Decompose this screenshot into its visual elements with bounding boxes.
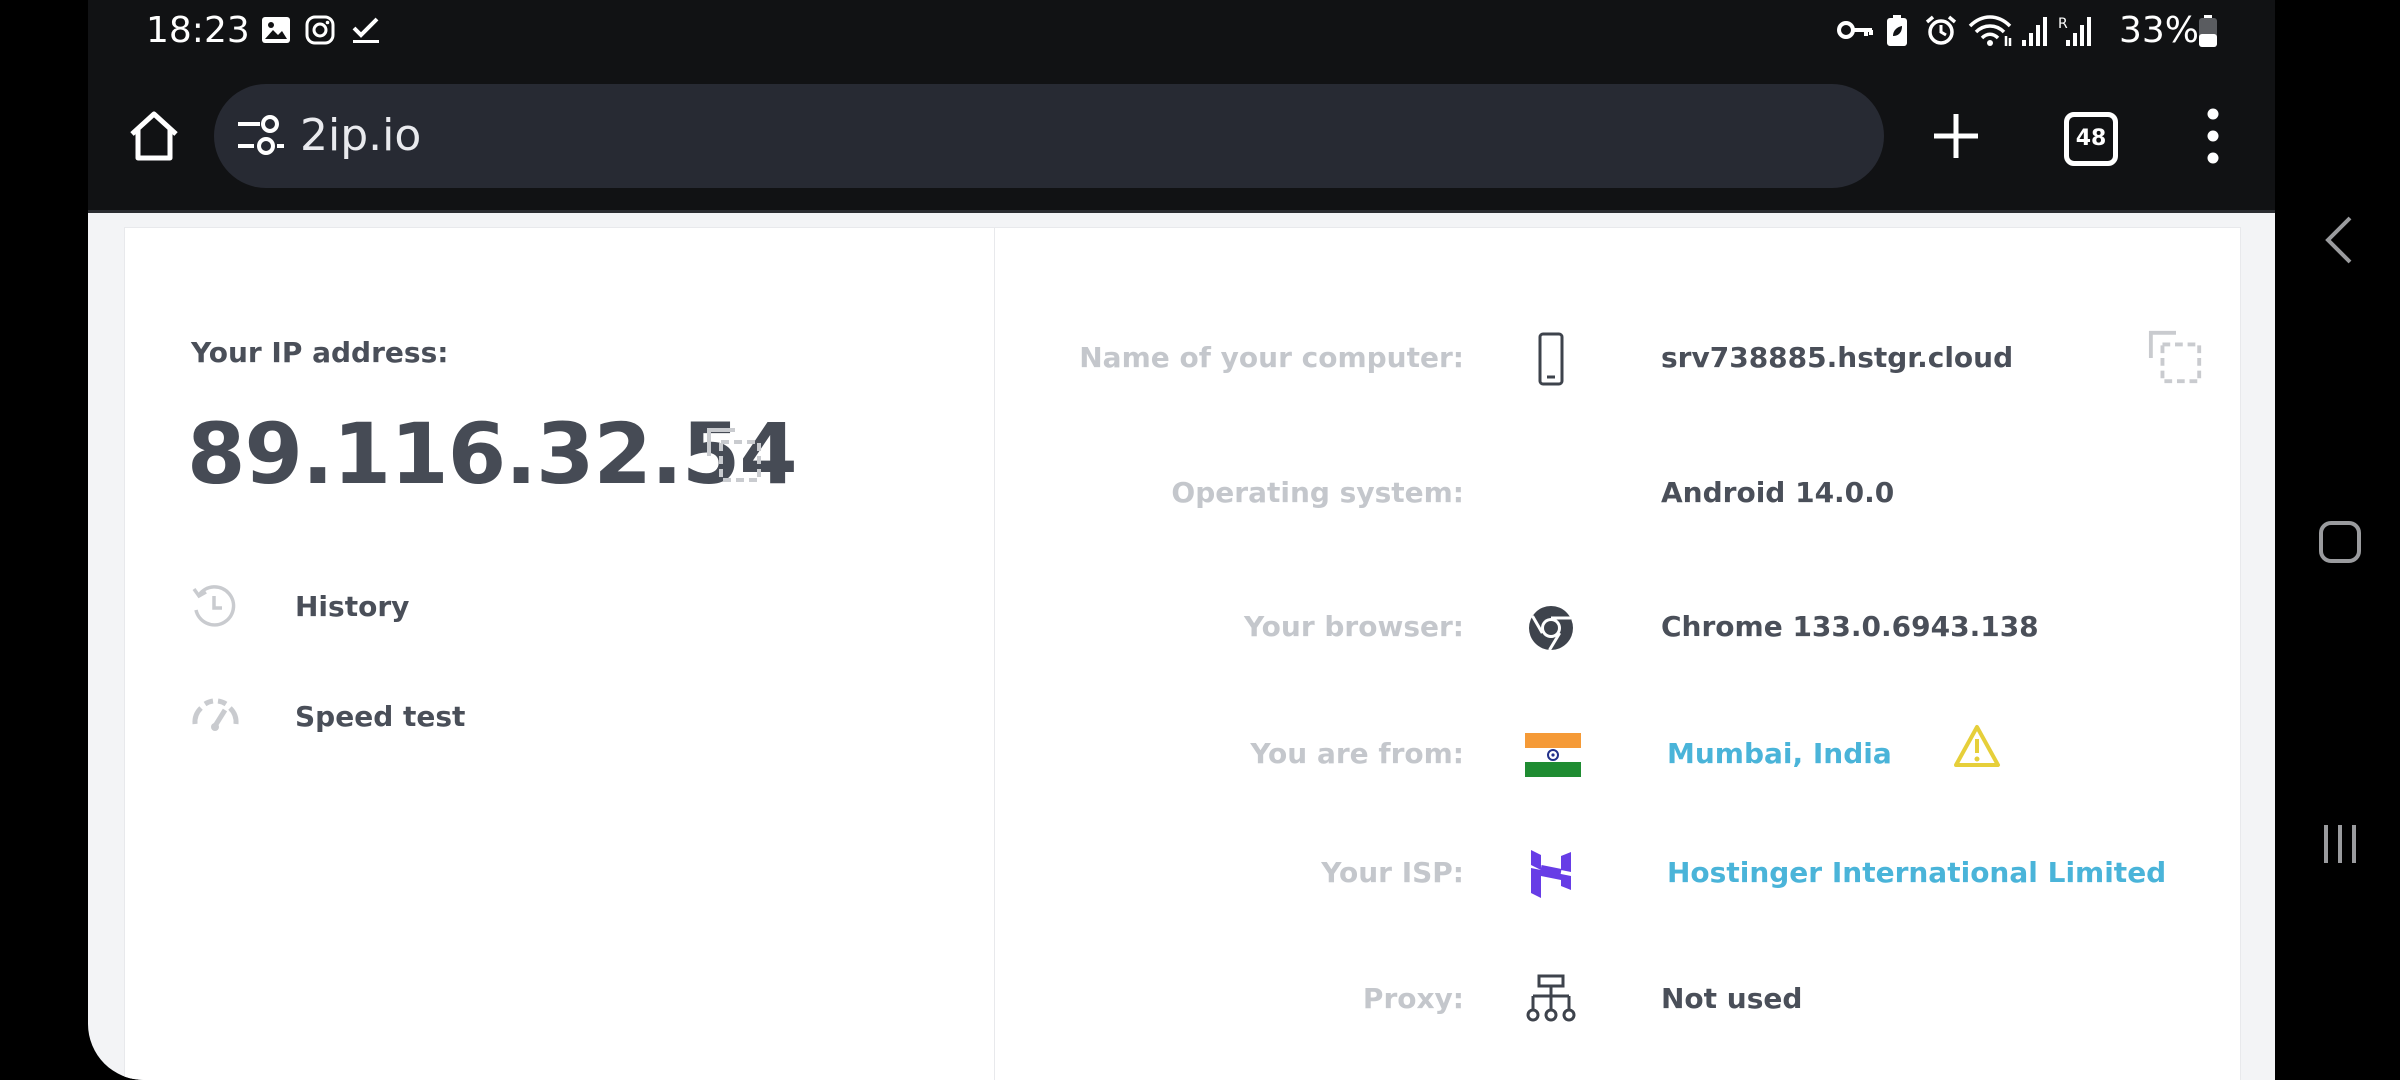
- copy-icon[interactable]: [2147, 329, 2205, 387]
- proxy-row: Proxy: Not used: [995, 968, 2240, 1028]
- os-value: Android 14.0.0: [1661, 476, 1895, 509]
- proxy-label: Proxy:: [1362, 982, 1464, 1015]
- wifi-icon: [1968, 15, 2012, 46]
- signal-roaming-icon: R: [2058, 16, 2091, 46]
- india-flag-icon: [1525, 733, 1581, 777]
- instagram-icon: [305, 15, 335, 45]
- page-content: Your IP address: 89.116.32.54 History Sp…: [124, 227, 2241, 1080]
- computer-name-value: srv738885.hstgr.cloud: [1661, 341, 2014, 374]
- image-icon: [262, 17, 290, 43]
- ip-address-label: Your IP address:: [191, 336, 449, 369]
- isp-row: Your ISP: Hostinger International Limite…: [995, 842, 2240, 902]
- hostinger-logo-icon: [1531, 850, 1571, 898]
- proxy-value: Not used: [1661, 982, 1803, 1015]
- history-icon[interactable]: [191, 583, 237, 629]
- home-icon[interactable]: [124, 106, 184, 166]
- computer-name-row: Name of your computer: srv738885.hstgr.c…: [995, 327, 2240, 387]
- chrome-icon: [1529, 606, 1573, 651]
- computer-name-label: Name of your computer:: [1079, 341, 1464, 374]
- speedometer-icon[interactable]: [189, 694, 241, 734]
- battery-icon: [2199, 15, 2217, 47]
- status-bar: 18:23 R 33%: [88, 0, 2275, 64]
- browser-row: Your browser: Chrome 133.0.6943.138: [995, 596, 2240, 656]
- alarm-icon: [1925, 15, 1957, 45]
- browser-toolbar: 2ip.io 48: [88, 64, 2275, 213]
- details-card: Name of your computer: srv738885.hstgr.c…: [994, 227, 2241, 1080]
- warning-icon[interactable]: [1953, 723, 2001, 769]
- address-bar[interactable]: 2ip.io: [214, 84, 1884, 188]
- recents-icon[interactable]: [2318, 822, 2362, 866]
- back-icon[interactable]: [2320, 214, 2360, 266]
- browser-label: Your browser:: [1243, 610, 1464, 643]
- phone-icon: [1538, 332, 1564, 386]
- key-icon: [1837, 21, 1873, 39]
- phone-screen: 18:23 R 33% 2ip.io 48 Your IP address: 8…: [88, 0, 2275, 1080]
- url-text[interactable]: 2ip.io: [300, 110, 421, 161]
- isp-label: Your ISP:: [1321, 856, 1464, 889]
- ip-card: Your IP address: 89.116.32.54 History Sp…: [124, 227, 996, 1080]
- battery-saver-icon: [1887, 15, 1907, 46]
- browser-value: Chrome 133.0.6943.138: [1661, 610, 2039, 643]
- location-row: You are from: Mumbai, India: [995, 723, 2240, 783]
- history-link[interactable]: History: [295, 590, 409, 623]
- more-vert-icon[interactable]: [2198, 104, 2228, 168]
- tab-switcher-button[interactable]: 48: [2064, 112, 2118, 166]
- location-label: You are from:: [1250, 737, 1464, 770]
- os-label: Operating system:: [1171, 476, 1464, 509]
- copy-icon[interactable]: [705, 426, 765, 486]
- os-row: Operating system: Android 14.0.0: [995, 462, 2240, 522]
- plus-icon[interactable]: [1926, 106, 1986, 166]
- site-settings-icon[interactable]: [236, 114, 286, 158]
- signal-icon: [2022, 17, 2047, 46]
- location-link[interactable]: Mumbai, India: [1667, 737, 1892, 770]
- svg-text:R: R: [2058, 16, 2068, 32]
- home-nav-icon[interactable]: [2318, 520, 2362, 564]
- network-icon: [1526, 974, 1576, 1022]
- check-icon: [352, 17, 379, 43]
- battery-percent: 33%: [2118, 10, 2199, 51]
- isp-link[interactable]: Hostinger International Limited: [1667, 856, 2166, 889]
- status-time: 18:23: [146, 10, 250, 51]
- speed-test-link[interactable]: Speed test: [295, 700, 465, 733]
